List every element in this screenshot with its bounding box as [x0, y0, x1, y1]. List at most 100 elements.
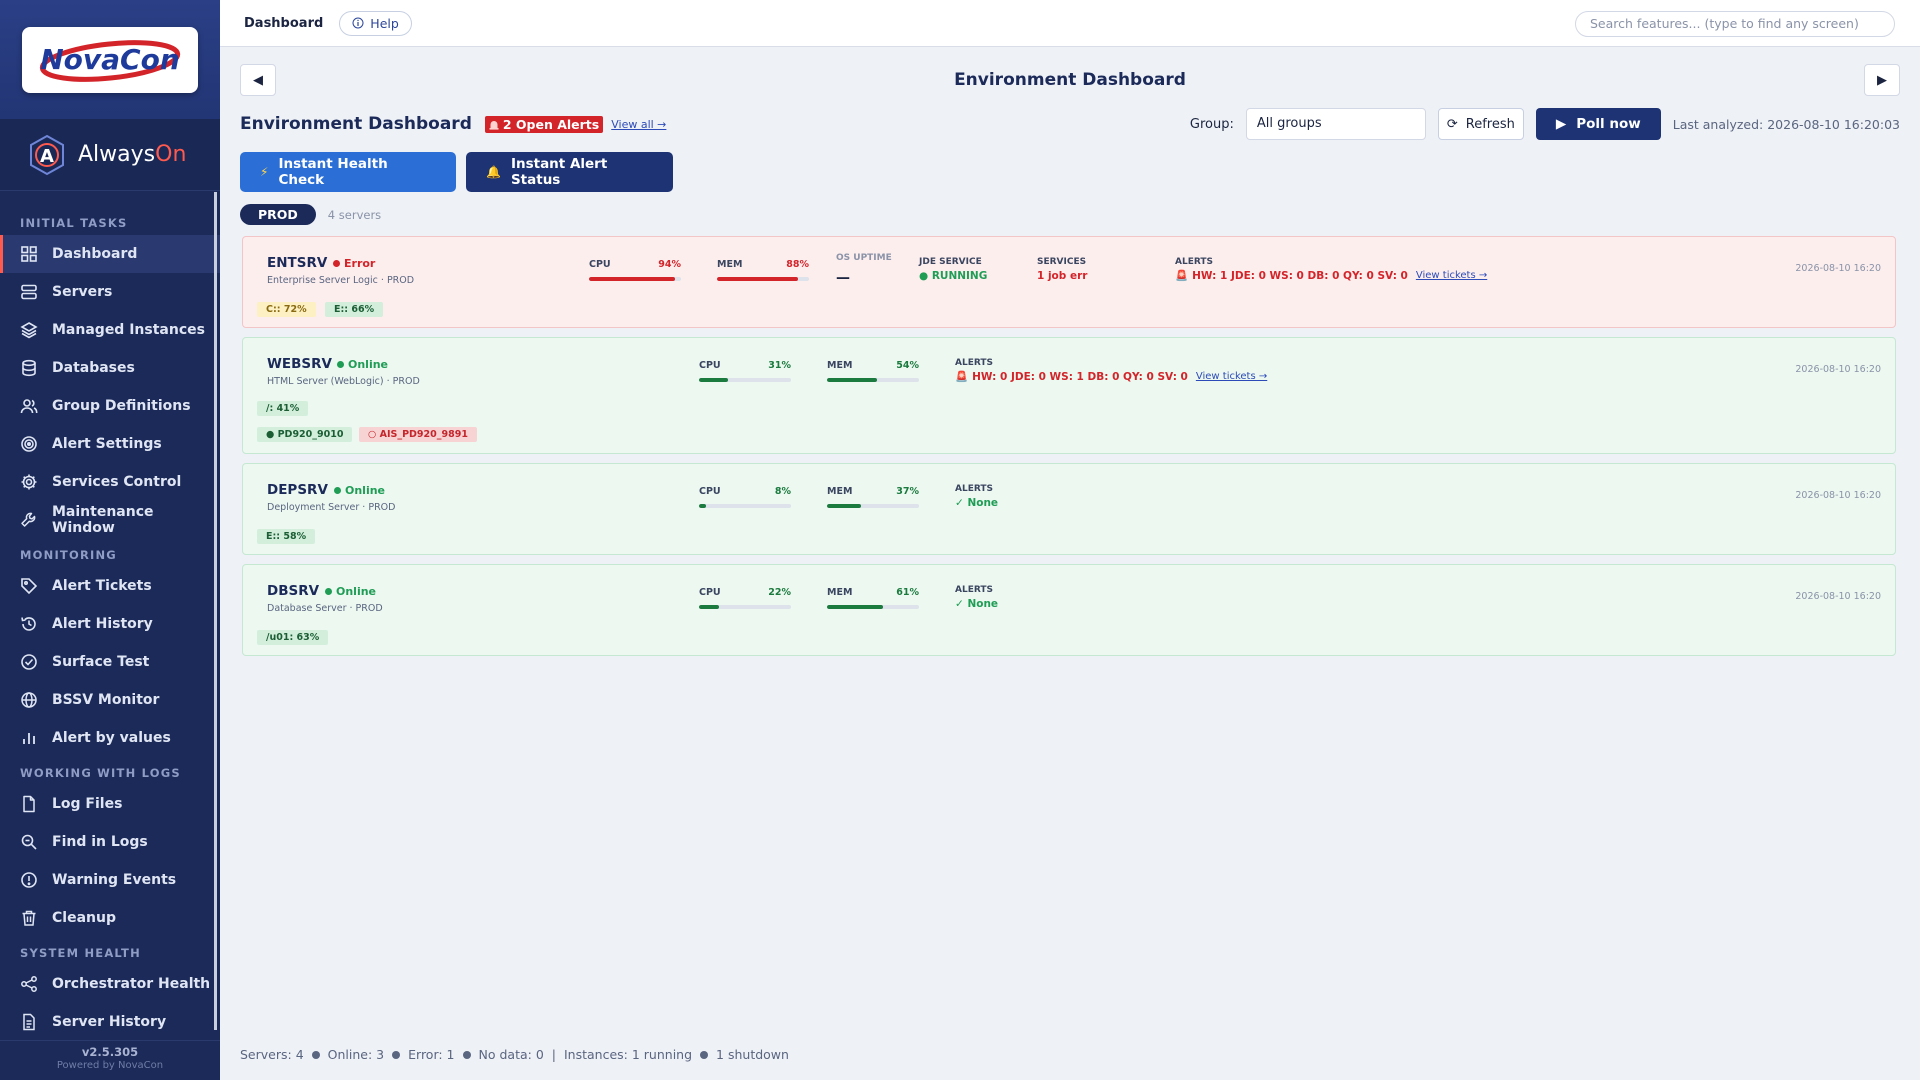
sidebar-item-warning-events[interactable]: Warning Events: [0, 861, 220, 899]
sidebar-item-servers[interactable]: Servers: [0, 273, 220, 311]
instant-health-check-button[interactable]: ⚡ Instant Health Check: [240, 152, 456, 192]
next-page-button[interactable]: ▶: [1864, 64, 1900, 96]
sidebar-item-label: Orchestrator Health: [52, 976, 211, 992]
server-card-websrv[interactable]: WEBSRV Online HTML Server (WebLogic) · P…: [242, 337, 1896, 454]
status-badge: Online: [334, 484, 385, 497]
topbar: Dashboard Help Search features... (type …: [220, 0, 1920, 47]
target-icon: [21, 436, 37, 452]
siren-icon: 🚨: [955, 371, 969, 383]
server-card-entsrv[interactable]: ENTSRV Error Enterprise Server Logic · P…: [242, 236, 1896, 328]
sidebar-item-label: Log Files: [52, 796, 123, 812]
cpu-metric: CPU 94%: [589, 259, 681, 281]
group-select[interactable]: All groups: [1245, 108, 1426, 140]
sidebar-item-orchestrator-health[interactable]: Orchestrator Health: [0, 965, 220, 1003]
refresh-label: Refresh: [1465, 116, 1515, 132]
instant-alert-status-button[interactable]: 🔔 Instant Alert Status: [466, 152, 673, 192]
sidebar-scrollbar[interactable]: [214, 192, 217, 1030]
sidebar-item-label: Server History: [52, 1014, 167, 1030]
server-timestamp: 2026-08-10 16:20: [1795, 263, 1881, 274]
mem-label: MEM: [827, 486, 853, 497]
summary-servers: Servers: 4: [240, 1047, 304, 1062]
mem-metric: MEM 88%: [717, 259, 809, 281]
server-card-depsrv[interactable]: DEPSRV Online Deployment Server · PROD C…: [242, 463, 1896, 555]
jde-service-value: RUNNING: [931, 270, 988, 282]
instance-chip-shutdown[interactable]: ○ AIS_PD920_9891: [359, 427, 477, 442]
search-input[interactable]: Search features... (type to find any scr…: [1575, 11, 1895, 37]
view-tickets-link[interactable]: View tickets →: [1196, 371, 1267, 382]
mem-bar: [827, 504, 919, 508]
sidebar-item-label: Services Control: [52, 474, 182, 490]
sidebar-item-services-control[interactable]: Services Control: [0, 463, 220, 501]
sidebar-item-surface-test[interactable]: Surface Test: [0, 643, 220, 681]
server-subtitle: HTML Server (WebLogic) · PROD: [267, 376, 420, 387]
last-analyzed: Last analyzed: 2026-08-10 16:20:03: [1672, 116, 1900, 132]
sidebar-item-alert-settings[interactable]: Alert Settings: [0, 425, 220, 463]
server-timestamp: 2026-08-10 16:20: [1795, 591, 1881, 602]
environment-pill[interactable]: PROD: [240, 204, 316, 225]
instance-chip-running[interactable]: ● PD920_9010: [257, 427, 353, 442]
novacon-logo-mark: NovaCon: [39, 39, 181, 82]
summary-error: Error: 1: [408, 1047, 455, 1062]
sidebar-item-alert-tickets[interactable]: Alert Tickets: [0, 567, 220, 605]
sidebar-item-log-files[interactable]: Log Files: [0, 785, 220, 823]
cpu-label: CPU: [699, 587, 721, 598]
environment-title: Environment Dashboard: [240, 114, 472, 134]
sidebar-item-maintenance-window[interactable]: Maintenance Window: [0, 501, 220, 539]
summary-nodata: No data: 0: [478, 1047, 544, 1062]
disk-chip: E:: 66%: [325, 302, 384, 317]
cpu-label: CPU: [589, 259, 611, 270]
os-uptime-label: OS UPTIME: [836, 253, 892, 263]
sidebar-item-databases[interactable]: Databases: [0, 349, 220, 387]
prev-page-button[interactable]: ◀: [240, 64, 276, 96]
status-dot-icon: [334, 487, 341, 494]
sidebar: NovaCon A AlwaysOn INITIAL TASKS Dashboa…: [0, 0, 220, 1080]
breadcrumb[interactable]: Dashboard: [244, 16, 323, 31]
server-icon: [21, 284, 37, 300]
refresh-button[interactable]: ⟳ Refresh: [1437, 108, 1524, 140]
share-icon: [21, 976, 37, 992]
separator-dot-icon: [700, 1050, 709, 1059]
jde-service-status: ● RUNNING: [919, 270, 988, 282]
sidebar-item-label: Alert by values: [52, 730, 171, 746]
database-icon: [22, 359, 36, 377]
svg-text:A: A: [40, 146, 54, 167]
cpu-bar-fill: [699, 605, 720, 609]
check-circle-icon: [21, 654, 37, 670]
sidebar-item-group-definitions[interactable]: Group Definitions: [0, 387, 220, 425]
sidebar-item-bssv-monitor[interactable]: BSSV Monitor: [0, 681, 220, 719]
open-alerts-badge[interactable]: 2 Open Alerts: [484, 115, 604, 133]
toolbar-controls: Group: All groups ⟳ Refresh ▶ Poll now L…: [1190, 108, 1900, 140]
sidebar-item-label: Databases: [52, 360, 135, 376]
cpu-label: CPU: [699, 360, 721, 371]
server-card-dbsrv[interactable]: DBSRV Online Database Server · PROD CPU 2…: [242, 564, 1896, 656]
server-subtitle: Deployment Server · PROD: [267, 502, 396, 513]
sidebar-item-cleanup[interactable]: Cleanup: [0, 899, 220, 937]
grid-icon: [21, 246, 37, 262]
mem-metric: MEM 61%: [827, 587, 919, 609]
poll-now-button[interactable]: ▶ Poll now: [1535, 108, 1661, 140]
sidebar-item-dashboard[interactable]: Dashboard: [0, 235, 220, 273]
sidebar-item-label: BSSV Monitor: [52, 692, 160, 708]
logo-text: NovaCon: [40, 43, 180, 76]
sidebar-item-managed-instances[interactable]: Managed Instances: [0, 311, 220, 349]
sidebar-item-alert-history[interactable]: Alert History: [0, 605, 220, 643]
sidebar-item-label: Warning Events: [52, 872, 177, 888]
mem-label: MEM: [827, 360, 853, 371]
app-version: v2.5.305: [81, 1045, 139, 1059]
environment-row: PROD 4 servers: [240, 204, 381, 225]
novacon-logo[interactable]: NovaCon: [22, 26, 198, 93]
view-all-alerts-link[interactable]: View all →: [611, 118, 666, 131]
nav-section-working-with-logs: WORKING WITH LOGS: [20, 766, 181, 780]
mem-label: MEM: [717, 259, 743, 270]
alwayson-logo-icon: A: [30, 134, 64, 175]
view-tickets-link[interactable]: View tickets →: [1416, 270, 1487, 281]
sidebar-item-server-history[interactable]: Server History: [0, 1003, 220, 1041]
nav-section-monitoring: MONITORING: [20, 548, 117, 562]
instant-alert-status-label: Instant Alert Status: [510, 156, 608, 188]
cpu-bar-fill: [699, 378, 728, 382]
poll-now-label: Poll now: [1576, 116, 1641, 132]
sidebar-item-alert-by-values[interactable]: Alert by values: [0, 719, 220, 757]
sidebar-item-find-in-logs[interactable]: Find in Logs: [0, 823, 220, 861]
sidebar-item-label: Cleanup: [52, 910, 116, 926]
help-button[interactable]: Help: [339, 10, 412, 36]
